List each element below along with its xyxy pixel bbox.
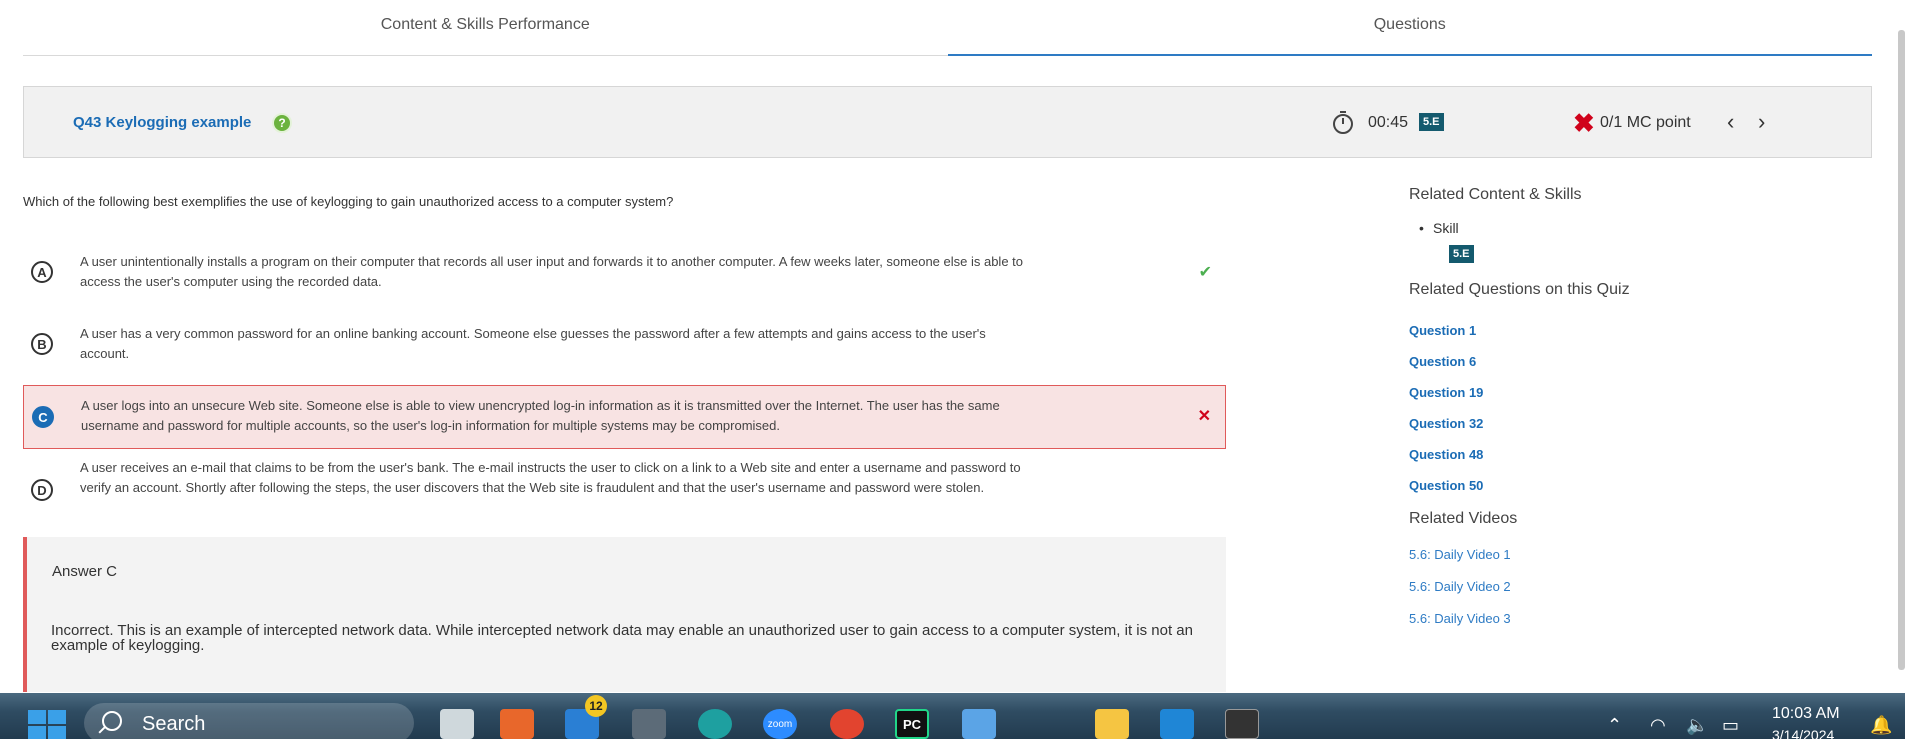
terminal-icon[interactable] — [1225, 709, 1259, 739]
choice-text: A user logs into an unsecure Web site. S… — [81, 398, 1000, 433]
related-question-link[interactable]: Question 19 — [1409, 385, 1483, 400]
wrong-x-icon: ✕ — [1197, 408, 1211, 425]
volume-icon[interactable]: 🔈 — [1686, 715, 1708, 736]
mail-notification-badge: 12 — [585, 695, 607, 717]
choice-a[interactable]: A A user unintentionally installs a prog… — [23, 250, 1226, 294]
pycharm-icon[interactable]: PC — [895, 709, 929, 739]
choice-c[interactable]: C A user logs into an unsecure Web site.… — [23, 385, 1226, 449]
timer-value: 00:45 — [1368, 114, 1409, 131]
choice-d[interactable]: D A user receives an e-mail that claims … — [23, 458, 1226, 524]
next-question-chevron-icon[interactable]: › — [1758, 109, 1765, 135]
stopwatch-icon — [1333, 111, 1353, 134]
choice-text: A user receives an e-mail that claims to… — [80, 460, 1021, 495]
calculator-icon[interactable] — [632, 709, 666, 739]
tab-questions[interactable]: Questions — [947, 0, 1873, 56]
office-icon[interactable] — [500, 709, 534, 739]
related-question-link[interactable]: Question 48 — [1409, 447, 1483, 462]
skill-badge: 5.E — [1419, 113, 1444, 131]
related-content-heading: Related Content & Skills — [1409, 186, 1582, 203]
wifi-icon[interactable]: ◠ — [1650, 715, 1666, 736]
chrome-icon[interactable] — [830, 709, 864, 739]
tab-content-skills-performance[interactable]: Content & Skills Performance — [23, 0, 948, 55]
start-icon[interactable] — [28, 710, 66, 739]
taskbar-time[interactable]: 10:03 AM — [1772, 705, 1840, 723]
incorrect-x-icon: ✖ — [1573, 108, 1595, 138]
related-skill-badge[interactable]: 5.E — [1449, 245, 1474, 263]
related-videos-heading: Related Videos — [1409, 510, 1518, 527]
related-question-link[interactable]: Question 6 — [1409, 354, 1476, 369]
choice-text: A user unintentionally installs a progra… — [80, 254, 1024, 289]
related-video-link[interactable]: 5.6: Daily Video 3 — [1409, 611, 1511, 626]
related-question-link[interactable]: Question 1 — [1409, 323, 1476, 338]
question-header-bar: Q43 Keylogging example ? 00:45 5.E ✖ 0/1… — [23, 86, 1872, 158]
related-question-link[interactable]: Question 50 — [1409, 478, 1483, 493]
answer-title: Answer C — [52, 563, 118, 580]
choice-letter: B — [31, 333, 53, 355]
search-placeholder: Search — [142, 713, 206, 735]
skill-label: Skill — [1419, 220, 1458, 236]
zoom-icon[interactable]: zoom — [763, 709, 797, 739]
answer-explanation: Incorrect. This is an example of interce… — [51, 622, 1193, 654]
choice-letter: D — [31, 479, 53, 501]
taskbar-date[interactable]: 3/14/2024 — [1772, 727, 1834, 739]
notepad-icon[interactable] — [962, 709, 996, 739]
help-icon[interactable]: ? — [272, 113, 292, 133]
taskbar-search-input[interactable]: Search — [84, 703, 414, 739]
answer-explanation-panel: Answer C Incorrect. This is an example o… — [23, 537, 1226, 692]
chevron-up-icon[interactable]: ⌃ — [1607, 715, 1622, 736]
tab-bar: Content & Skills Performance Questions — [23, 0, 1872, 56]
score-text: 0/1 MC point — [1600, 114, 1691, 131]
search-icon — [102, 711, 122, 731]
related-video-link[interactable]: 5.6: Daily Video 2 — [1409, 579, 1511, 594]
question-prompt: Which of the following best exemplifies … — [23, 194, 674, 209]
battery-icon[interactable]: ▭ — [1722, 715, 1739, 736]
page-scrollbar[interactable] — [1898, 30, 1905, 670]
file-explorer-icon[interactable] — [440, 709, 474, 739]
windows-taskbar: Search 12 zoom PC ⌃ ◠ 🔈 ▭ 10:03 AM 3/14/… — [0, 693, 1905, 739]
related-question-link[interactable]: Question 32 — [1409, 416, 1483, 431]
choice-b[interactable]: B A user has a very common password for … — [23, 322, 1226, 366]
choice-text: A user has a very common password for an… — [80, 326, 986, 361]
folder-icon[interactable] — [1095, 709, 1129, 739]
related-video-link[interactable]: 5.6: Daily Video 1 — [1409, 547, 1511, 562]
related-questions-heading: Related Questions on this Quiz — [1409, 281, 1630, 298]
quiz-review-page: Content & Skills Performance Questions Q… — [0, 0, 1905, 739]
notification-bell-icon[interactable]: 🔔 — [1870, 715, 1892, 736]
vscode-icon[interactable] — [1160, 709, 1194, 739]
question-title[interactable]: Q43 Keylogging example — [73, 114, 251, 131]
correct-check-icon: ✔ — [1198, 264, 1212, 281]
edge-icon[interactable] — [698, 709, 732, 739]
choice-letter: C — [32, 406, 54, 428]
choice-letter: A — [31, 261, 53, 283]
previous-question-chevron-icon[interactable]: ‹ — [1727, 109, 1734, 135]
